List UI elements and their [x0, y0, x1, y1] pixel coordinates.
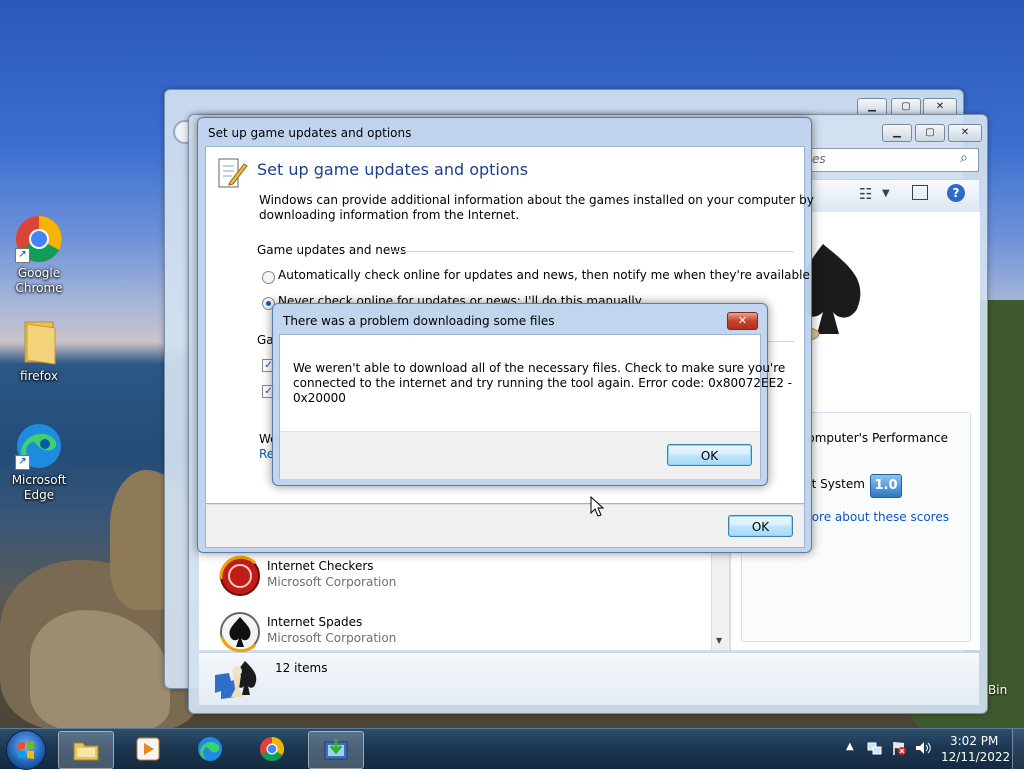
- taskbar: ▲ 3:02 PM 12/11/2022: [0, 728, 1024, 770]
- desktop: ↗ Google Chrome firefox ↗ Microsoft Edge…: [0, 0, 1024, 728]
- help-icon[interactable]: ?: [947, 184, 965, 202]
- desktop-icon-label: Chrome: [15, 281, 63, 295]
- taskbar-media-player-button[interactable]: [121, 731, 175, 767]
- section-divider: [389, 251, 794, 252]
- folder-icon: [15, 318, 63, 366]
- shortcut-arrow-icon: ↗: [15, 455, 30, 470]
- game-publisher: Microsoft Corporation: [267, 575, 397, 589]
- game-name: Internet Spades: [267, 615, 363, 629]
- search-box[interactable]: es ⌕: [809, 148, 979, 172]
- search-placeholder: es: [812, 152, 826, 166]
- maximize-button[interactable]: ▢: [915, 124, 945, 142]
- error-dialog[interactable]: There was a problem downloading some fil…: [272, 303, 792, 486]
- folder-icon: [73, 742, 99, 761]
- desktop-icon-firefox-folder[interactable]: firefox: [7, 318, 71, 384]
- clock-time[interactable]: 3:02 PM: [950, 734, 998, 748]
- taskbar-edge-button[interactable]: [183, 731, 237, 767]
- clock-date[interactable]: 12/11/2022: [941, 750, 1010, 764]
- edge-icon: ↗: [15, 422, 63, 470]
- spades-game-icon: [220, 612, 260, 653]
- radio-auto-check[interactable]: [262, 271, 275, 284]
- settings-document-icon: [218, 158, 248, 188]
- show-desktop-button[interactable]: [1012, 729, 1024, 769]
- game-publisher: Microsoft Corporation: [267, 631, 397, 645]
- error-close-button[interactable]: ✕: [727, 312, 758, 330]
- show-hidden-icons-button[interactable]: ▲: [846, 741, 854, 752]
- minimize-button[interactable]: ▁: [882, 124, 912, 142]
- preview-pane-icon[interactable]: [912, 185, 928, 200]
- dialog-heading: Set up game updates and options: [257, 160, 529, 179]
- error-dialog-title: There was a problem downloading some fil…: [283, 314, 555, 328]
- intro-text-line1: Windows can provide additional informati…: [259, 193, 814, 207]
- chrome-icon: [260, 737, 285, 762]
- volume-icon[interactable]: [914, 740, 932, 756]
- view-options-icon[interactable]: ☷: [859, 185, 872, 203]
- error-message-line2: connected to the internet and try runnin…: [293, 376, 792, 390]
- chrome-icon: ↗: [15, 215, 63, 263]
- taskbar-explorer-button[interactable]: [58, 731, 114, 769]
- chevron-down-icon[interactable]: ▼: [882, 188, 890, 199]
- desktop-icon-label: Google: [17, 266, 61, 280]
- error-message-line3: 0x20000: [293, 391, 346, 405]
- media-player-icon: [136, 737, 160, 761]
- error-dialog-body: We weren't able to download all of the n…: [279, 334, 792, 479]
- mouse-cursor-icon: [590, 496, 605, 517]
- windows-logo-icon: [18, 741, 34, 759]
- error-ok-button[interactable]: OK: [667, 444, 752, 466]
- taskbar-chrome-button[interactable]: [245, 731, 299, 767]
- dialog-title: Set up game updates and options: [208, 126, 412, 140]
- section-updates-heading: Game updates and news: [257, 243, 407, 257]
- desktop-icon-chrome[interactable]: ↗ Google Chrome: [7, 215, 71, 296]
- intro-text-line2: downloading information from the Interne…: [259, 208, 520, 222]
- edge-icon: [198, 737, 222, 761]
- games-status-icon: [215, 661, 257, 699]
- action-center-flag-icon[interactable]: [891, 740, 907, 756]
- game-row-checkers[interactable]: Internet Checkers Microsoft Corporation: [219, 555, 519, 607]
- scroll-down-arrow-icon[interactable]: ▼: [716, 636, 722, 645]
- desktop-icon-label: Edge: [23, 488, 55, 502]
- item-count: 12 items: [275, 661, 328, 675]
- desktop-icon-edge[interactable]: ↗ Microsoft Edge: [7, 422, 71, 503]
- taskbar-installer-button[interactable]: [308, 731, 364, 769]
- network-icon[interactable]: [867, 740, 883, 756]
- setup-ok-button[interactable]: OK: [728, 515, 793, 537]
- desktop-icon-label: Microsoft: [11, 473, 67, 487]
- shortcut-arrow-icon: ↗: [15, 248, 30, 263]
- error-message-line1: We weren't able to download all of the n…: [293, 361, 786, 375]
- search-icon[interactable]: ⌕: [960, 150, 968, 166]
- performance-score-badge: 1.0: [870, 474, 902, 498]
- close-button[interactable]: ✕: [948, 124, 982, 142]
- installer-icon: [324, 739, 348, 760]
- setup-dialog-footer: [205, 504, 805, 548]
- performance-scores-link[interactable]: more about these scores: [800, 510, 949, 524]
- performance-text: r computer's Performance: [792, 431, 949, 445]
- start-button[interactable]: [6, 730, 46, 770]
- game-name: Internet Checkers: [267, 559, 374, 573]
- status-bar: 12 items: [199, 652, 979, 705]
- radio-auto-check-label[interactable]: Automatically check online for updates a…: [278, 268, 810, 282]
- recycle-bin-label[interactable]: Bin: [988, 683, 1007, 697]
- desktop-icon-label: firefox: [20, 369, 58, 383]
- checkers-game-icon: [219, 555, 260, 596]
